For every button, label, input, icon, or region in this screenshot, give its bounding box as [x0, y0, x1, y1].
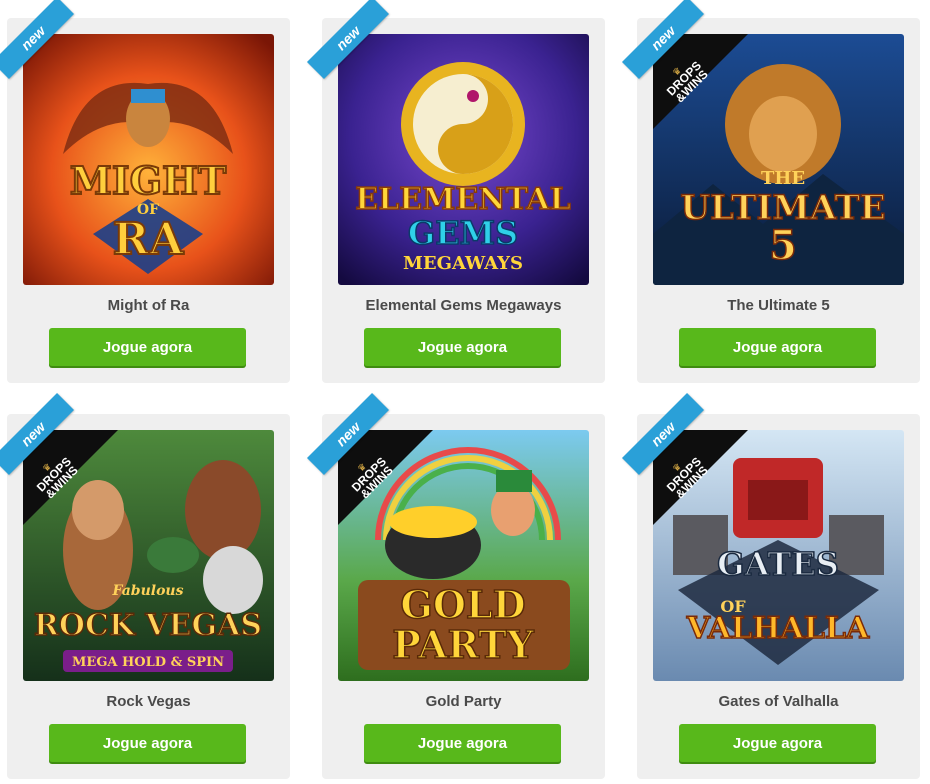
logo-line-1: ELEMENTAL	[355, 182, 570, 217]
logo-line-3: MEGAWAYS	[403, 253, 523, 274]
logo-line-2: PARTY	[392, 622, 534, 667]
game-thumbnail[interactable]: MIGHT OF RA	[23, 34, 274, 285]
game-card-ultimate-5: THE ULTIMATE 5 ♛ DROPS &WINS new The Ultim…	[621, 0, 920, 383]
play-now-button[interactable]: Jogue agora	[364, 724, 561, 762]
logo-line-3: VALHALLA	[686, 611, 870, 646]
new-ribbon: new	[621, 0, 705, 80]
new-ribbon: new	[621, 392, 705, 476]
game-card-rock-vegas: Fabulous ROCK VEGAS MEGA HOLD & SPIN ♛ DR…	[0, 392, 290, 779]
logo-line-1: GATES	[717, 545, 839, 583]
logo-line-1: GOLD	[400, 582, 525, 627]
play-now-button[interactable]: Jogue agora	[364, 328, 561, 366]
game-title: Elemental Gems Megaways	[365, 297, 562, 314]
game-card-gold-party: GOLD PARTY ♛ DROPS &WINS new Gold Party Jo…	[306, 392, 605, 779]
new-ribbon: new	[306, 392, 390, 476]
play-now-button[interactable]: Jogue agora	[49, 724, 246, 762]
game-thumbnail[interactable]: ELEMENTAL GEMS MEGAWAYS	[338, 34, 589, 285]
game-thumbnail[interactable]: GOLD PARTY ♛ DROPS &WINS	[338, 430, 589, 681]
game-thumbnail[interactable]: THE ULTIMATE 5 ♛ DROPS &WINS	[653, 34, 904, 285]
play-now-button[interactable]: Jogue agora	[679, 328, 876, 366]
game-card-gates-of-valhalla: GATES OF VALHALLA ♛ DROPS &WINS new Gates …	[621, 392, 920, 779]
game-art: MIGHT OF RA	[23, 34, 274, 285]
game-title: Might of Ra	[107, 297, 190, 314]
new-ribbon: new	[0, 0, 75, 80]
play-now-button[interactable]: Jogue agora	[679, 724, 876, 762]
logo-line-3: MEGA HOLD & SPIN	[72, 655, 224, 670]
logo-line-1: THE	[761, 168, 805, 189]
new-ribbon: new	[0, 392, 75, 476]
game-card-elemental-gems: ELEMENTAL GEMS MEGAWAYS new Elemental Ge…	[306, 0, 605, 383]
logo-line-1: Fabulous	[112, 583, 184, 599]
logo-line-3: 5	[769, 222, 797, 269]
game-title: Rock Vegas	[106, 693, 191, 710]
new-ribbon: new	[306, 0, 390, 80]
logo-line-1: MIGHT	[70, 158, 226, 203]
play-now-button[interactable]: Jogue agora	[49, 328, 246, 366]
game-title: Gold Party	[425, 693, 502, 710]
logo-line-3: RA	[113, 214, 185, 265]
game-thumbnail[interactable]: GATES OF VALHALLA ♛ DROPS &WINS	[653, 430, 904, 681]
game-card-might-of-ra: MIGHT OF RA new Might of Ra Jogue agora	[0, 0, 290, 383]
logo-line-2: GEMS	[408, 214, 518, 252]
logo-line-2: ROCK VEGAS	[34, 608, 262, 643]
game-title: Gates of Valhalla	[718, 693, 839, 710]
game-art: ELEMENTAL GEMS MEGAWAYS	[338, 34, 589, 285]
game-title: The Ultimate 5	[727, 297, 830, 314]
game-thumbnail[interactable]: Fabulous ROCK VEGAS MEGA HOLD & SPIN ♛ DR…	[23, 430, 274, 681]
